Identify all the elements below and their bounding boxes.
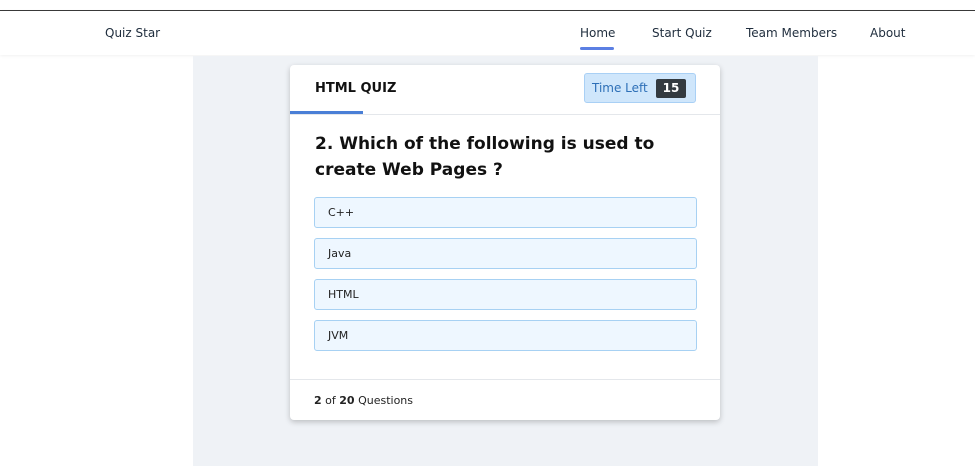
quiz-title-underline xyxy=(290,111,363,114)
nav-item-home-label: Home xyxy=(580,26,616,40)
timer-badge: Time Left 15 xyxy=(584,73,696,103)
nav-item-team-members[interactable]: Team Members xyxy=(746,26,837,40)
question-text: 2. Which of the following is used to cre… xyxy=(315,134,655,180)
quiz-title: HTML QUIZ xyxy=(315,81,397,96)
quiz-card-footer: 2 of 20 Questions xyxy=(290,379,720,421)
nav-item-start-quiz[interactable]: Start Quiz xyxy=(652,26,712,40)
option-jvm[interactable]: JVM xyxy=(314,320,697,351)
progress-suffix: Questions xyxy=(358,394,414,407)
top-navbar: Quiz Star Home Start Quiz Team Members A… xyxy=(0,11,975,55)
quiz-card: HTML QUIZ Time Left 15 2. Which of the f… xyxy=(290,65,720,420)
progress-total: 20 xyxy=(339,394,355,407)
timer-label: Time Left xyxy=(592,81,648,95)
timer-value: 15 xyxy=(656,79,686,98)
quiz-card-header: HTML QUIZ Time Left 15 xyxy=(290,65,720,115)
progress-of: of xyxy=(325,394,336,407)
nav-item-about[interactable]: About xyxy=(870,26,905,40)
question-progress: 2 of 20 Questions xyxy=(314,394,413,407)
progress-current: 2 xyxy=(314,394,322,407)
option-html[interactable]: HTML xyxy=(314,279,697,310)
brand-logo[interactable]: Quiz Star xyxy=(105,26,160,40)
option-java[interactable]: Java xyxy=(314,238,697,269)
active-nav-indicator xyxy=(580,47,614,50)
option-cpp[interactable]: C++ xyxy=(314,197,697,228)
nav-item-home[interactable]: Home xyxy=(580,26,616,50)
window-top-border xyxy=(0,0,975,11)
